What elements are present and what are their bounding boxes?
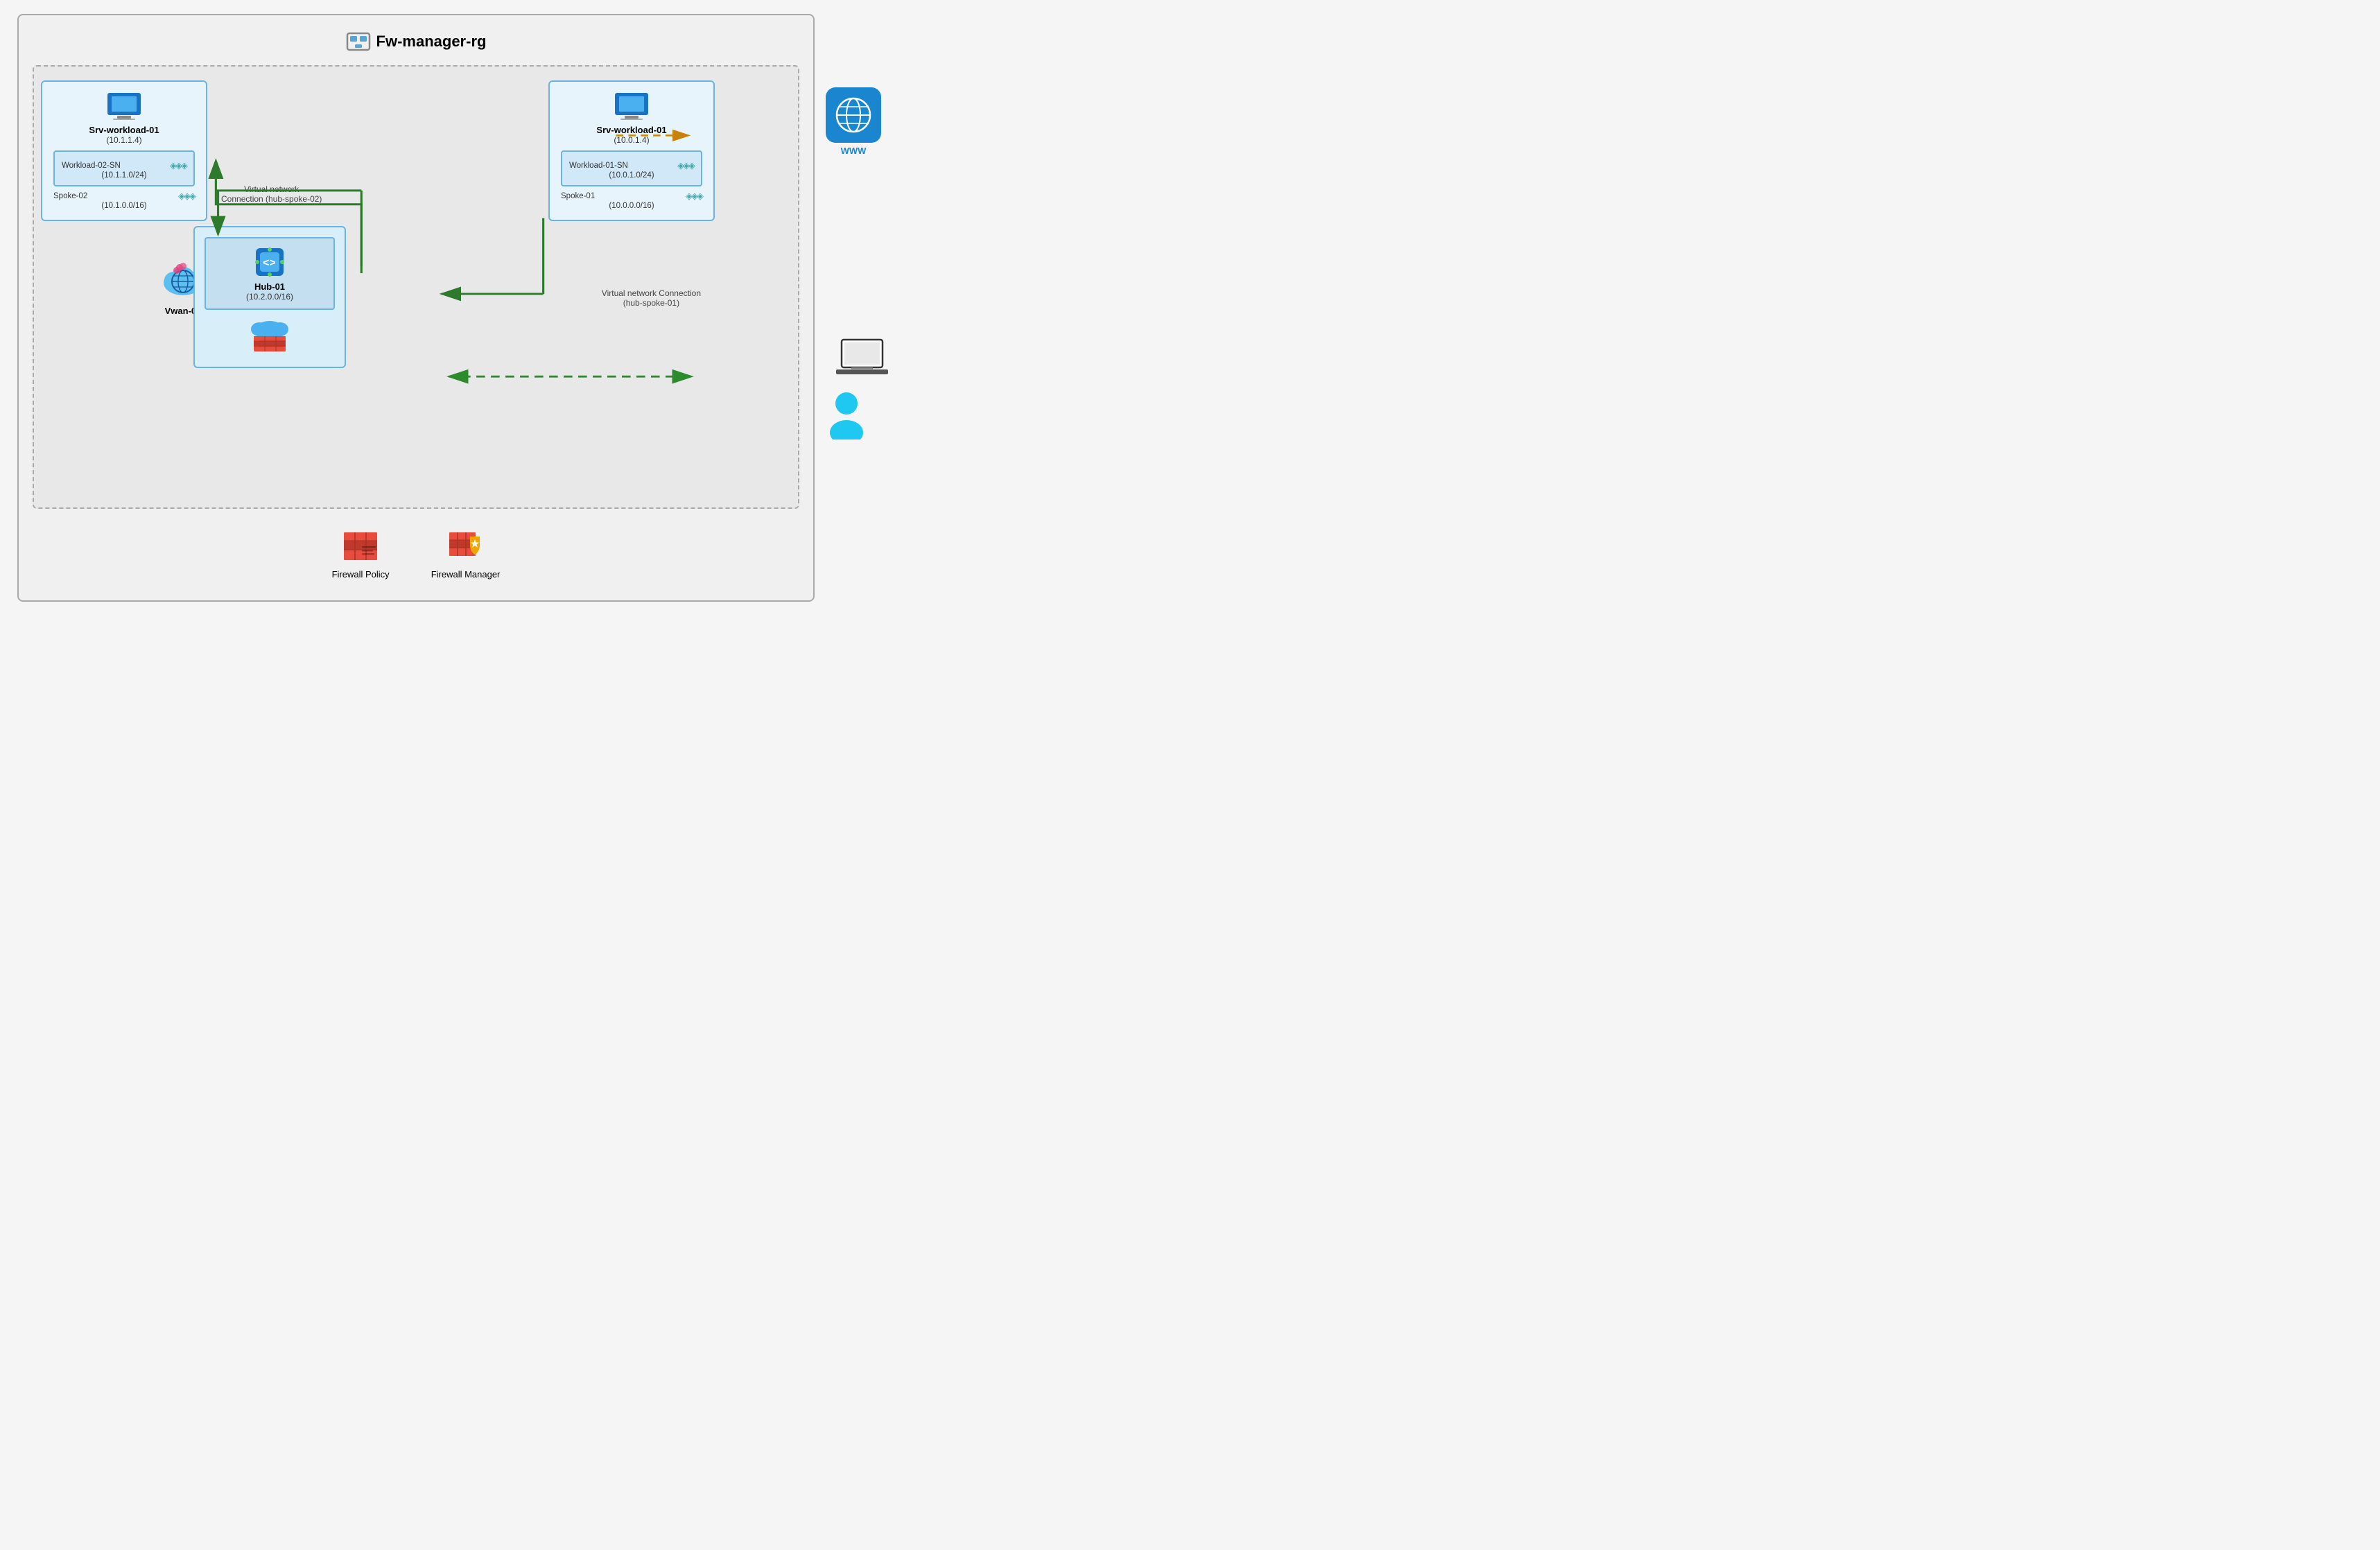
www-label: WWW — [826, 146, 881, 156]
spoke01-cidr: (10.0.0.0/16) — [561, 202, 702, 210]
subnet-icon-3: ◈◈◈ — [677, 160, 694, 171]
firewall-policy-icon — [341, 527, 380, 566]
diagram-wrapper: Fw-manager-rg Srv-workload-01 (10.1.1.4)… — [17, 14, 815, 602]
spoke02-vm-label: Srv-workload-01 — [53, 125, 195, 135]
spoke02-inner: Workload-02-SN ◈◈◈ (10.1.1.0/24) — [53, 150, 195, 186]
laptop-icon — [836, 337, 888, 377]
conn-label-spoke02: Virtual network Connection (hub-spoke-02… — [221, 184, 322, 204]
svg-text:<>: <> — [263, 257, 276, 269]
subnet-icon-1: ◈◈◈ — [170, 160, 186, 171]
firewall-policy-item: Firewall Policy — [332, 527, 390, 580]
hub-inner: <> Hub-01 (10.2.0.0/16) — [205, 237, 335, 310]
www-icon — [834, 96, 873, 134]
hub-cidr: (10.2.0.0/16) — [213, 292, 327, 302]
user-icon — [826, 391, 867, 439]
spoke01-subnet-cidr: (10.0.1.0/24) — [569, 171, 694, 180]
spoke01-vm-label: Srv-workload-01 — [561, 125, 702, 135]
spoke01-box: Srv-workload-01 (10.0.1.4) Workload-01-S… — [548, 80, 715, 221]
rg-title: Fw-manager-rg — [33, 29, 799, 54]
rg-title-text: Fw-manager-rg — [376, 33, 487, 51]
spoke02-subnet-cidr: (10.1.1.0/24) — [62, 171, 186, 180]
resource-group-icon — [346, 29, 371, 54]
hub-icon: <> — [253, 245, 286, 279]
laptop-container — [836, 337, 888, 381]
www-container: WWW — [826, 87, 881, 156]
firewall-policy-label: Firewall Policy — [332, 569, 390, 580]
hub-area: <> Hub-01 (10.2.0.0/16) — [193, 226, 346, 368]
www-badge — [826, 87, 881, 143]
bottom-section: Firewall Policy Firew — [33, 520, 799, 586]
vm-icon-spoke02 — [106, 92, 142, 121]
spoke01-inner: Workload-01-SN ◈◈◈ (10.0.1.0/24) — [561, 150, 702, 186]
spoke02-cidr: (10.1.0.0/16) — [53, 202, 195, 210]
hub-name: Hub-01 — [213, 281, 327, 292]
spoke02-name: Spoke-02 — [53, 192, 87, 200]
vm-icon-spoke01 — [614, 92, 650, 121]
subnet-icon-4: ◈◈◈ — [686, 191, 702, 202]
inner-dashed-region: Srv-workload-01 (10.1.1.4) Workload-02-S… — [33, 65, 799, 509]
spoke01-name: Spoke-01 — [561, 192, 595, 200]
spoke02-vm-ip: (10.1.1.4) — [53, 135, 195, 145]
subnet-icon-2: ◈◈◈ — [178, 191, 195, 202]
rg-container: Fw-manager-rg Srv-workload-01 (10.1.1.4)… — [17, 14, 815, 602]
user-container — [826, 391, 867, 443]
spoke01-vm-ip: (10.0.1.4) — [561, 135, 702, 145]
spoke02-box: Srv-workload-01 (10.1.1.4) Workload-02-S… — [41, 80, 207, 221]
firewall-hub-icon — [245, 315, 294, 354]
firewall-manager-icon — [446, 527, 485, 566]
hub-firewall — [205, 315, 335, 357]
spoke02-subnet-name: Workload-02-SN — [62, 162, 121, 170]
spoke01-subnet-name: Workload-01-SN — [569, 162, 628, 170]
firewall-manager-item: Firewall Manager — [431, 527, 501, 580]
firewall-manager-label: Firewall Manager — [431, 569, 501, 580]
conn-label-spoke01: Virtual network Connection (hub-spoke-01… — [602, 288, 701, 308]
